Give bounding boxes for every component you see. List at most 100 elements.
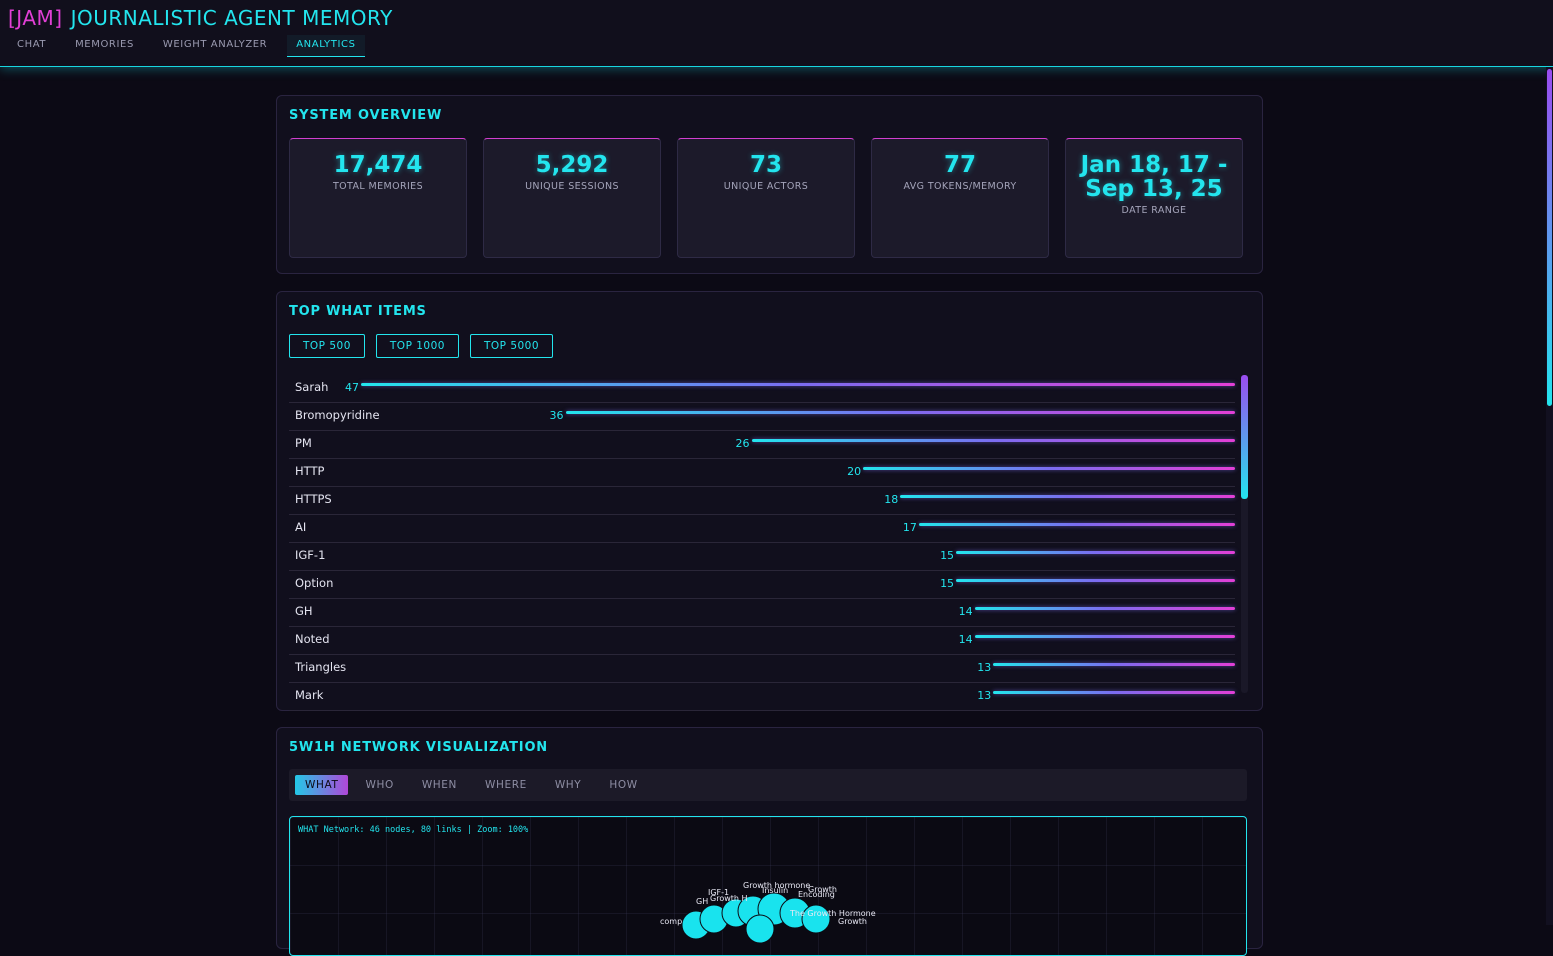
what-bar-row[interactable]: Bromopyridine 36 — [289, 403, 1235, 431]
tab-chat[interactable]: CHAT — [8, 35, 55, 57]
bar-line — [956, 551, 1235, 554]
tab-memories[interactable]: MEMORIES — [66, 35, 143, 57]
top-1000-button[interactable]: TOP 1000 — [375, 334, 459, 358]
bar-count: 26 — [735, 437, 750, 450]
bar-label: Option — [295, 576, 334, 590]
bar-label: HTTPS — [295, 492, 332, 506]
brand-tag: [JAM] — [8, 6, 63, 30]
bar-line — [565, 411, 1235, 414]
app-title: JOURNALISTIC AGENT MEMORY — [70, 6, 393, 30]
network-title: 5W1H NETWORK VISUALIZATION — [289, 740, 548, 755]
top-filter-buttons: TOP 500 TOP 1000 TOP 5000 — [289, 334, 554, 358]
bar-line — [993, 691, 1235, 694]
stat-date-range: Jan 18, 17 - Sep 13, 25 DATE RANGE — [1065, 138, 1243, 258]
stat-label: UNIQUE ACTORS — [723, 181, 809, 192]
node-label: GH — [696, 897, 708, 906]
top-what-panel: TOP WHAT ITEMS TOP 500 TOP 1000 TOP 5000… — [276, 291, 1263, 711]
bar-label: Noted — [295, 632, 330, 646]
bar-line — [974, 607, 1235, 610]
node-label: Encoding — [798, 890, 835, 899]
what-bar-row[interactable]: Option 15 — [289, 571, 1235, 599]
bar-label: Triangles — [295, 660, 347, 674]
bar-count: 18 — [884, 493, 899, 506]
page-scrollbar-thumb[interactable] — [1547, 69, 1552, 406]
bar-label: PM — [295, 436, 312, 450]
tab-what[interactable]: WHAT — [295, 775, 349, 795]
main-nav: CHAT MEMORIES WEIGHT ANALYZER ANALYTICS — [8, 35, 376, 57]
system-overview-title: SYSTEM OVERVIEW — [289, 108, 443, 123]
tab-where[interactable]: WHERE — [474, 775, 538, 795]
what-bar-row[interactable]: IGF-1 15 — [289, 543, 1235, 571]
bar-count: 20 — [847, 465, 862, 478]
stat-label: UNIQUE SESSIONS — [525, 181, 619, 192]
bar-label: AI — [295, 520, 307, 534]
stat-unique-sessions: 5,292 UNIQUE SESSIONS — [483, 138, 661, 258]
bar-label: GH — [295, 604, 313, 618]
bar-line — [863, 467, 1235, 470]
stat-value: 73 — [749, 152, 782, 178]
what-bar-list: Sarah 47 Bromopyridine 36 PM 26 HTTP 20 HTTPS 18 A… — [289, 375, 1235, 711]
stat-value: Jan 18, 17 - Sep 13, 25 — [1080, 152, 1228, 202]
bar-count: 13 — [977, 661, 992, 674]
bar-label: Bromopyridine — [295, 408, 380, 422]
bar-list-scrollbar[interactable] — [1241, 375, 1248, 693]
bar-count: 17 — [902, 521, 917, 534]
stat-unique-actors: 73 UNIQUE ACTORS — [677, 138, 855, 258]
bar-count: 14 — [958, 605, 973, 618]
what-bar-row[interactable]: Mark 13 — [289, 683, 1235, 711]
bar-line — [751, 439, 1235, 442]
network-graph[interactable]: Growth hormone IGF-1 Growth H GH Insulin… — [290, 817, 1247, 956]
what-bar-row[interactable]: HTTP 20 — [289, 459, 1235, 487]
bar-count: 14 — [958, 633, 973, 646]
stat-value: 17,474 — [333, 152, 423, 178]
network-node[interactable] — [745, 914, 775, 944]
bar-line — [918, 523, 1235, 526]
bar-line — [900, 495, 1235, 498]
bar-line — [993, 663, 1235, 666]
bar-line — [974, 635, 1235, 638]
stat-total-memories: 17,474 TOTAL MEMORIES — [289, 138, 467, 258]
tab-weight-analyzer[interactable]: WEIGHT ANALYZER — [154, 35, 276, 57]
stats-row: 17,474 TOTAL MEMORIES 5,292 UNIQUE SESSI… — [289, 138, 1243, 258]
network-panel: 5W1H NETWORK VISUALIZATION WHAT WHO WHEN… — [276, 727, 1263, 956]
bar-label: HTTP — [295, 464, 325, 478]
network-canvas[interactable]: WHAT Network: 46 nodes, 80 links | Zoom:… — [289, 816, 1247, 956]
tab-why[interactable]: WHY — [544, 775, 593, 795]
stat-label: TOTAL MEMORIES — [332, 181, 424, 192]
bar-line — [361, 383, 1235, 386]
app-header: [JAM] JOURNALISTIC AGENT MEMORY CHAT MEMO… — [0, 0, 1553, 67]
what-bar-row[interactable]: Noted 14 — [289, 627, 1235, 655]
tab-how[interactable]: HOW — [598, 775, 648, 795]
bar-count: 36 — [549, 409, 564, 422]
bar-count: 15 — [940, 577, 955, 590]
app-brand: [JAM] JOURNALISTIC AGENT MEMORY — [8, 6, 393, 30]
stat-value: 77 — [943, 152, 976, 178]
tab-when[interactable]: WHEN — [411, 775, 468, 795]
bar-line — [956, 579, 1235, 582]
what-bar-row[interactable]: GH 14 — [289, 599, 1235, 627]
bar-label: Sarah — [295, 380, 329, 394]
stat-label: DATE RANGE — [1121, 205, 1187, 216]
what-bar-row[interactable]: Sarah 47 — [289, 375, 1235, 403]
what-bar-row[interactable]: AI 17 — [289, 515, 1235, 543]
stat-label: AVG TOKENS/MEMORY — [903, 181, 1017, 192]
bar-count: 47 — [345, 381, 359, 394]
bar-count: 15 — [940, 549, 955, 562]
tab-analytics[interactable]: ANALYTICS — [287, 35, 365, 57]
top-5000-button[interactable]: TOP 5000 — [469, 334, 554, 358]
bar-list-scrollbar-thumb[interactable] — [1241, 375, 1248, 499]
what-bar-row[interactable]: PM 26 — [289, 431, 1235, 459]
tab-who[interactable]: WHO — [354, 775, 404, 795]
top-500-button[interactable]: TOP 500 — [289, 334, 365, 358]
bar-label: Mark — [295, 688, 324, 702]
node-label: Insulin — [762, 886, 788, 895]
bar-count: 13 — [977, 689, 992, 702]
network-tabs: WHAT WHO WHEN WHERE WHY HOW — [289, 769, 1247, 801]
page-scrollbar[interactable] — [1546, 67, 1553, 925]
what-bar-row[interactable]: HTTPS 18 — [289, 487, 1235, 515]
bar-label: IGF-1 — [295, 548, 326, 562]
stat-avg-tokens: 77 AVG TOKENS/MEMORY — [871, 138, 1049, 258]
system-overview-panel: SYSTEM OVERVIEW 17,474 TOTAL MEMORIES 5,… — [276, 95, 1263, 274]
what-bar-row[interactable]: Triangles 13 — [289, 655, 1235, 683]
top-what-title: TOP WHAT ITEMS — [289, 304, 427, 319]
